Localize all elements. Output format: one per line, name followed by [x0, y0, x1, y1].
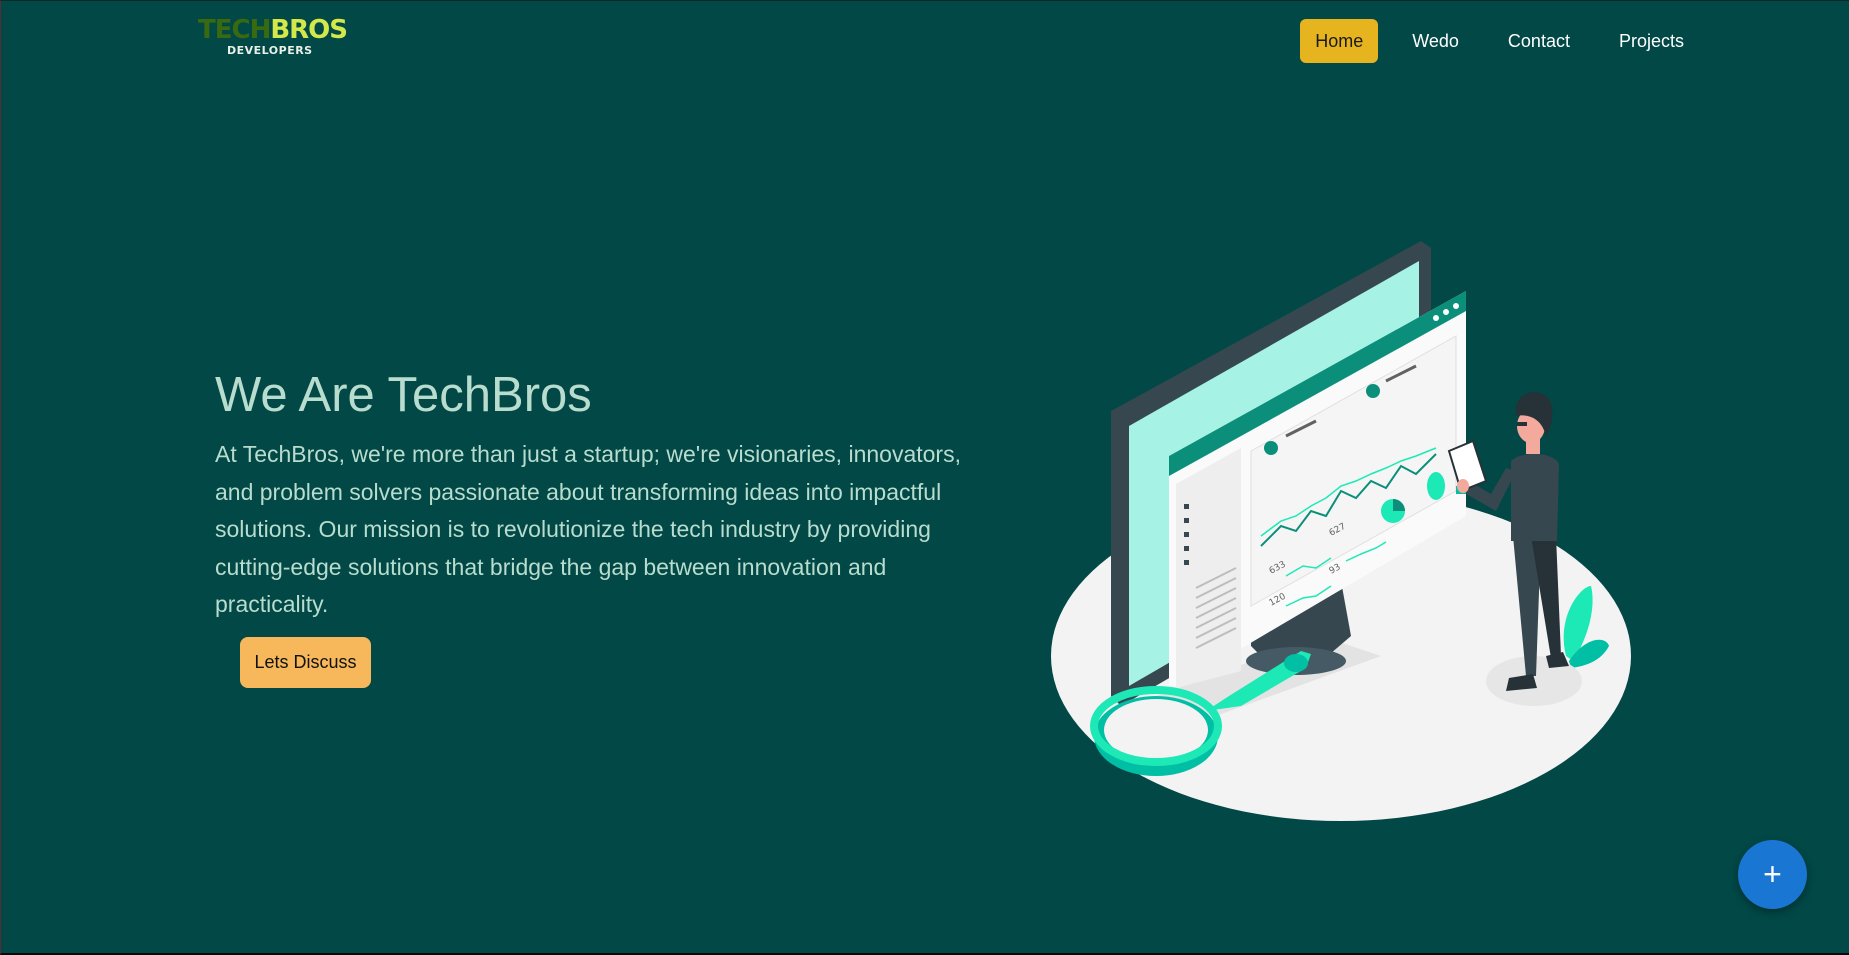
page: TECHBROS DEVELOPERS Home Wedo Contact Pr…: [0, 0, 1849, 955]
hero-illustration: 633 627 93 120: [1051, 241, 1631, 821]
nav-item-wedo[interactable]: Wedo: [1397, 19, 1474, 63]
main-nav: Home Wedo Contact Projects: [1281, 19, 1699, 63]
add-fab-button[interactable]: +: [1738, 840, 1807, 909]
logo-bros-text: BROS: [270, 15, 348, 45]
hero-description: At TechBros, we're more than just a star…: [215, 441, 961, 618]
logo-tech-text: TECH: [198, 15, 271, 45]
hero-title: We Are TechBros: [215, 368, 592, 422]
nav-item-home[interactable]: Home: [1300, 19, 1379, 63]
plus-icon: +: [1763, 856, 1782, 892]
nav-item-projects[interactable]: Projects: [1604, 19, 1699, 63]
logo-subtitle: DEVELOPERS: [227, 44, 313, 57]
logo[interactable]: TECHBROS DEVELOPERS: [198, 15, 348, 61]
lets-discuss-button[interactable]: Lets Discuss: [240, 637, 371, 688]
nav-item-contact[interactable]: Contact: [1493, 19, 1585, 63]
